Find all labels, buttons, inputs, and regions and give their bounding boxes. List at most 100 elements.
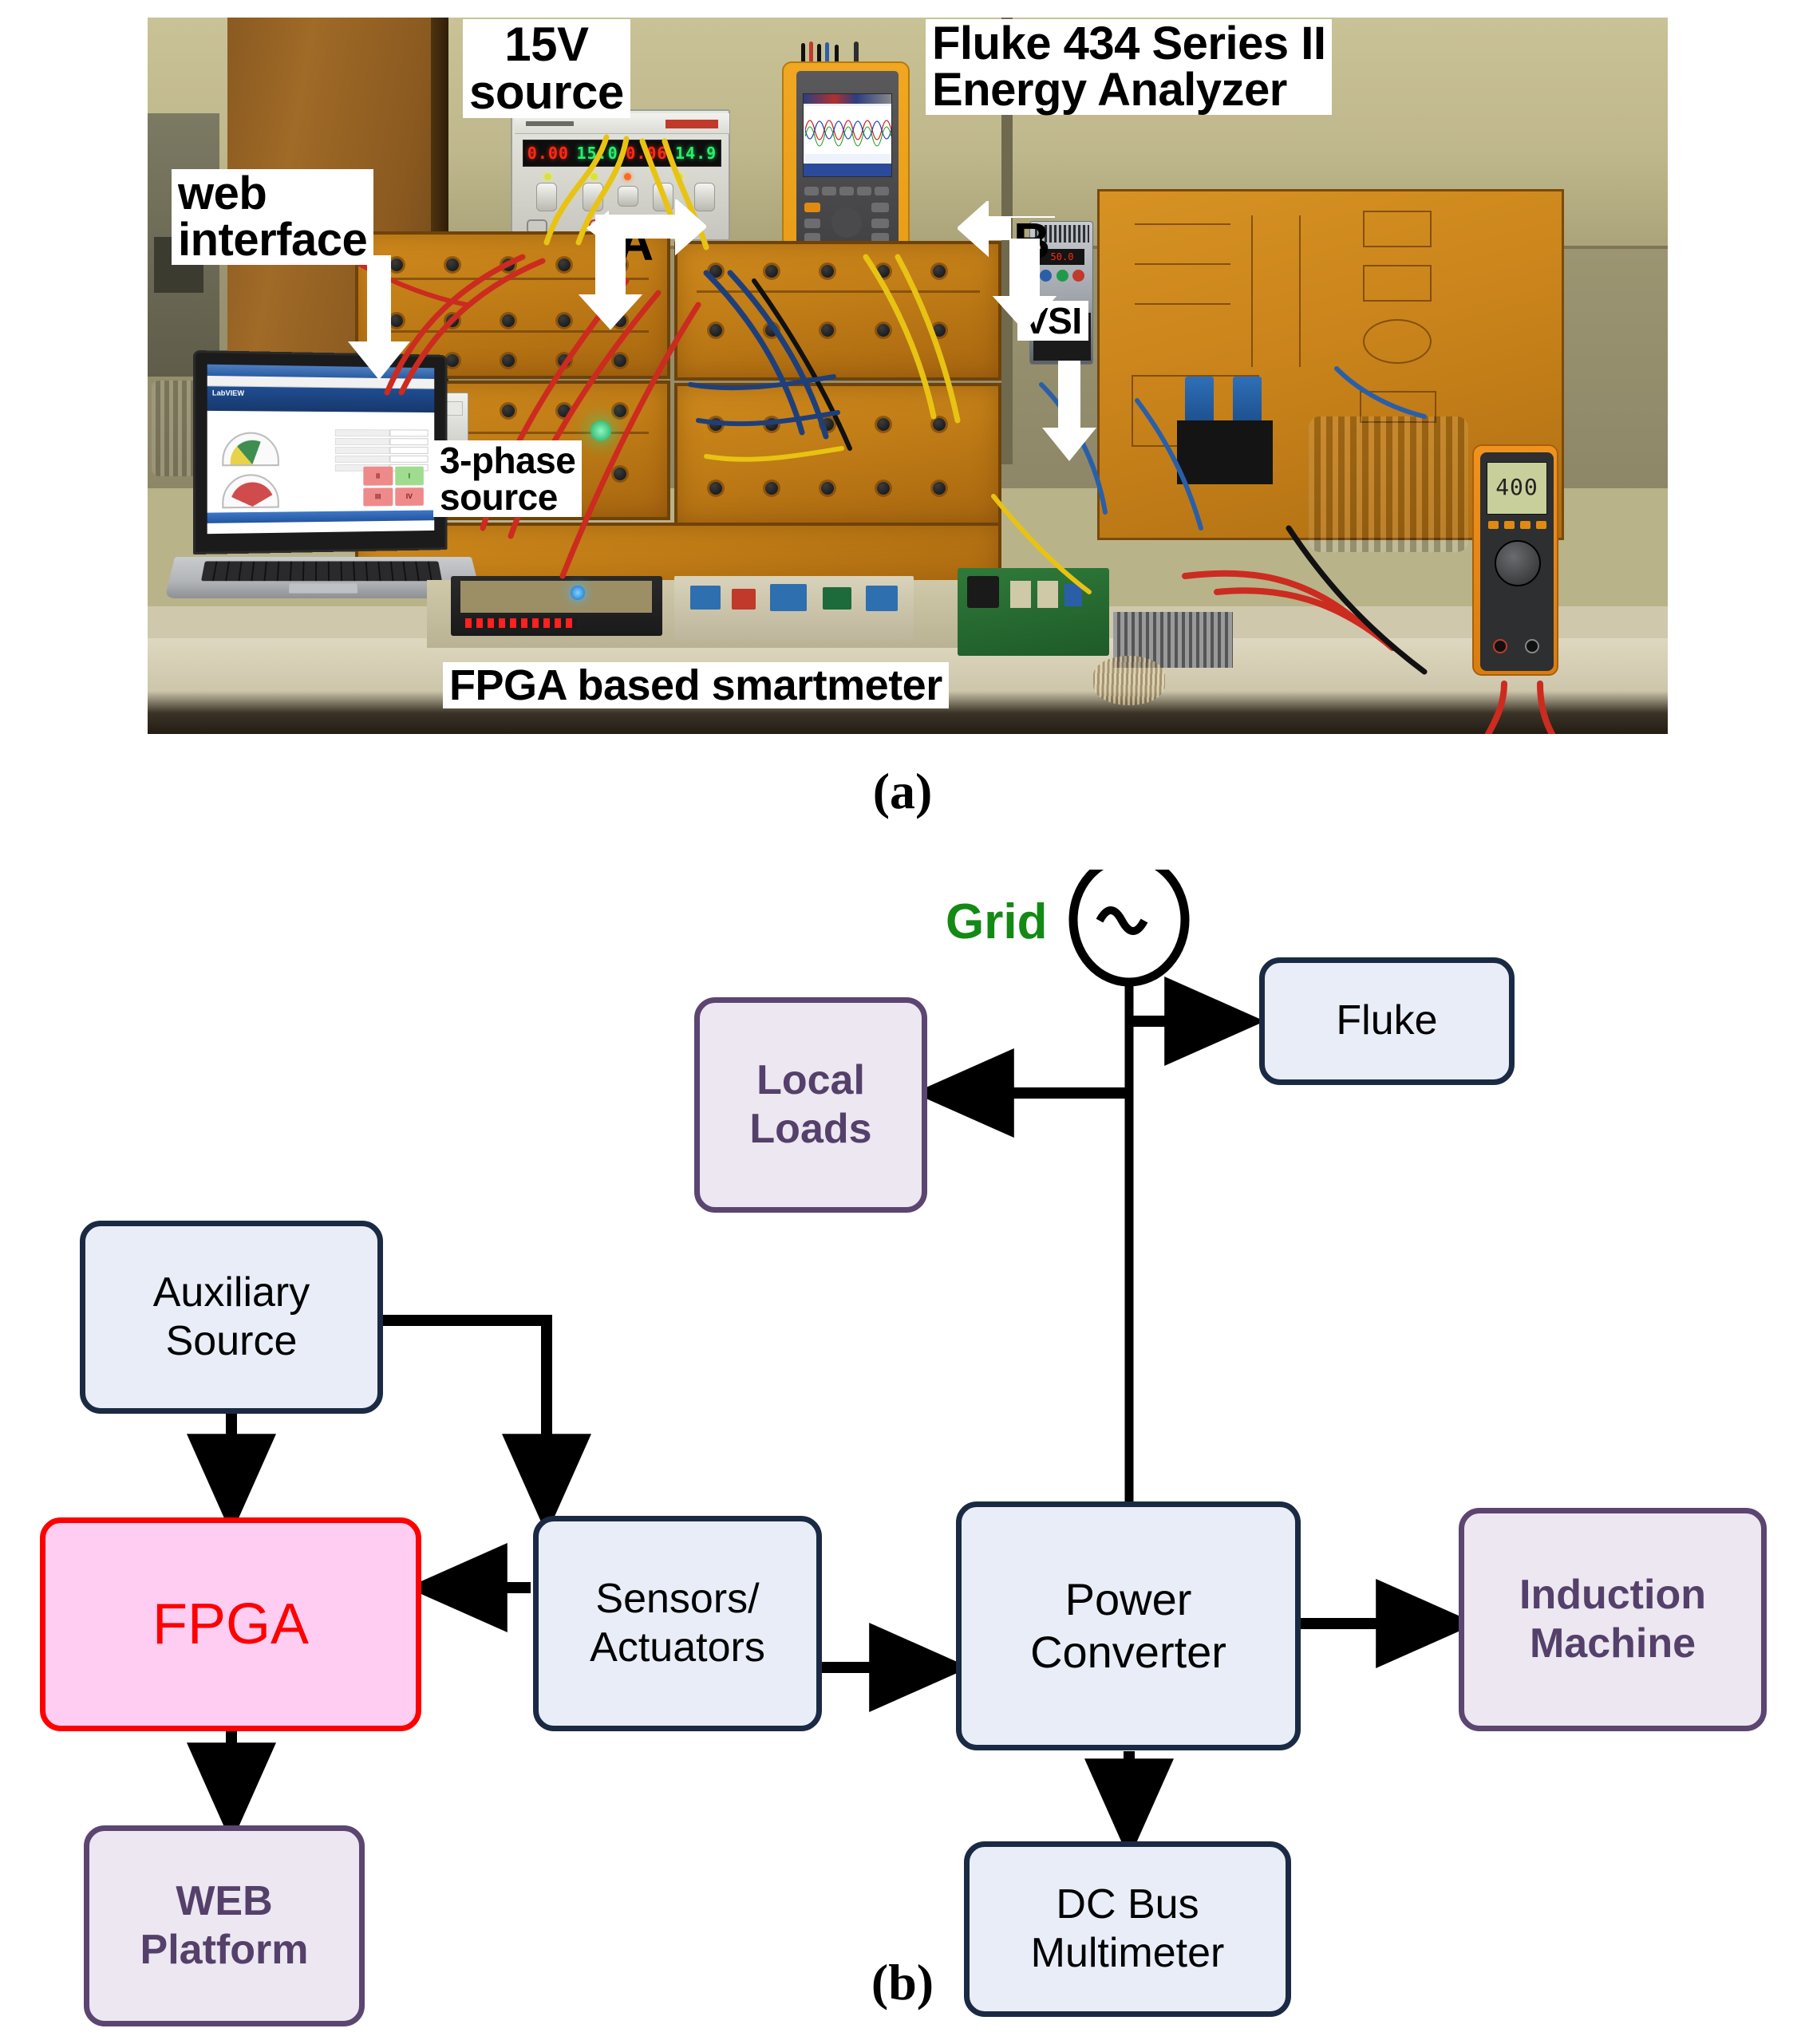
fluke-key-f4[interactable]: [857, 187, 871, 195]
gauge-top-fill: [230, 440, 275, 465]
web-app-body: II I III IV: [207, 410, 435, 513]
node-power-converter-label: Power Converter: [1030, 1573, 1226, 1677]
quadrant-i: I: [394, 466, 424, 485]
toroidal-inductor: [1093, 656, 1165, 705]
dmm-button-3[interactable]: [1520, 521, 1530, 529]
schematic-box-2: [1363, 265, 1432, 302]
dmm-jack-com[interactable]: [1493, 639, 1507, 653]
psu-led-2: [590, 173, 598, 180]
psu-red-stripe: [666, 120, 718, 128]
gauge-bottom: [222, 474, 279, 509]
photo-label-smartmeter: FPGA based smartmeter: [443, 662, 949, 708]
fluke-key-right-1[interactable]: [871, 203, 889, 212]
fluke-waveform: [805, 120, 891, 147]
psu-led-1: [544, 173, 551, 180]
photo-label-3phase-source: 3-phase source: [433, 440, 583, 517]
fluke-key-right-2[interactable]: [871, 219, 889, 228]
psu-led-3: [624, 173, 631, 180]
green-indicator-lamp: [590, 420, 611, 441]
vsi-capacitor-1: [1010, 581, 1031, 608]
fluke-screen: [803, 93, 892, 177]
dmm-rotary-dial[interactable]: [1495, 540, 1541, 586]
fluke-key-f1[interactable]: [804, 187, 819, 195]
system-block-diagram: Grid Fluke Local Loads Auxiliary Source …: [0, 870, 1805, 2026]
node-local-loads[interactable]: Local Loads: [694, 997, 927, 1213]
node-fluke[interactable]: Fluke: [1259, 957, 1515, 1085]
bb-component-green: [823, 587, 851, 610]
vsi-capacitor-2: [1037, 581, 1058, 608]
psu-knob-1[interactable]: [536, 183, 557, 211]
node-fpga[interactable]: FPGA: [40, 1517, 421, 1731]
bb-component-blue-2: [770, 584, 807, 611]
lab-setup-photograph: 0.00 15.0 0.06 14.9 50.0 LabVIEW II I II…: [148, 18, 1668, 734]
node-induction-machine-label: Induction Machine: [1519, 1571, 1706, 1667]
bb-component-red: [732, 589, 756, 610]
vsi-inverter-board: [958, 568, 1109, 656]
fluke-key-f2[interactable]: [822, 187, 836, 195]
node-fluke-label: Fluke: [1336, 997, 1438, 1044]
quadrant-indicator: II I III IV: [363, 466, 424, 507]
digital-multimeter: 400: [1472, 444, 1558, 676]
fluke-key-f3[interactable]: [839, 187, 854, 195]
psu-digit-3: 0.06: [626, 144, 668, 163]
node-sensors-actuators[interactable]: Sensors/ Actuators: [533, 1516, 822, 1731]
edge-aux-to-sensors: [379, 1315, 591, 1535]
dmm-button-4[interactable]: [1536, 521, 1546, 529]
web-app-title: LabVIEW: [211, 389, 245, 397]
laptop-screen: LabVIEW II I III IV: [207, 364, 435, 535]
node-local-loads-label: Local Loads: [749, 1056, 872, 1152]
blue-connector-2: [1233, 377, 1262, 424]
schematic-motor-symbol: [1363, 319, 1432, 364]
gauge-top: [222, 432, 279, 467]
bb-component-blue-3: [866, 586, 898, 611]
quadrant-ii: II: [363, 466, 393, 486]
node-power-converter[interactable]: Power Converter: [956, 1501, 1301, 1750]
psu-digit-2: 15.0: [576, 144, 618, 163]
node-auxiliary-source-label: Auxiliary Source: [152, 1269, 310, 1364]
dmm-button-2[interactable]: [1504, 521, 1515, 529]
web-app-header: LabVIEW: [207, 386, 435, 413]
fpga-led-bank: [465, 618, 577, 628]
fpga-development-board: [451, 576, 662, 636]
psu-led-4: [676, 173, 683, 180]
fluke-navigation-pad[interactable]: [831, 207, 862, 238]
gauge-bottom-fill: [230, 482, 275, 507]
vsi-component-blue: [1064, 584, 1082, 606]
node-auxiliary-source[interactable]: Auxiliary Source: [80, 1221, 383, 1414]
orange-lab-panel-top-right: [674, 241, 1001, 381]
caption-a: (a): [872, 763, 933, 819]
dmm-reading: 400: [1495, 474, 1538, 500]
figure-page: 0.00 15.0 0.06 14.9 50.0 LabVIEW II I II…: [0, 0, 1805, 2044]
dmm-lcd: 400: [1487, 462, 1547, 515]
fluke-key-left-1[interactable]: [804, 219, 820, 228]
fluke-key-menu[interactable]: [804, 203, 820, 212]
node-fpga-label: FPGA: [152, 1592, 310, 1656]
sensor-breadboard: [674, 576, 914, 640]
node-sensors-actuators-label: Sensors/ Actuators: [590, 1575, 765, 1671]
schematic-box-1: [1363, 211, 1432, 247]
dmm-faceplate: 400: [1480, 452, 1554, 671]
fluke-softkey-bar: [804, 164, 891, 176]
callout-arrow-b: [958, 201, 1057, 332]
psu-digit-1: 0.00: [527, 144, 569, 163]
dmm-jack-v[interactable]: [1525, 639, 1539, 653]
dmm-button-1[interactable]: [1488, 521, 1499, 529]
bb-component-blue-1: [690, 586, 721, 610]
photo-label-15v-source: 15V source: [463, 19, 630, 118]
callout-arrow-vsi: [1042, 361, 1096, 461]
node-induction-machine[interactable]: Induction Machine: [1459, 1508, 1767, 1731]
induction-motor-right: [1309, 416, 1468, 552]
blue-connector-1: [1185, 377, 1214, 424]
callout-arrow-a: [579, 199, 706, 330]
fluke-waveform-area: [805, 106, 891, 154]
caption-b: (b): [871, 1954, 934, 2010]
photo-label-web-interface: web interface: [172, 169, 374, 265]
grid-label: Grid: [946, 894, 1048, 949]
laptop-trackpad[interactable]: [288, 583, 358, 594]
photo-label-fluke-analyzer: Fluke 434 Series II Energy Analyzer: [926, 19, 1333, 115]
fluke-screen-header: [804, 94, 891, 104]
psu-digit-4: 14.9: [675, 144, 717, 163]
orange-lab-panel-mid-right: [674, 383, 1001, 527]
fluke-key-f5[interactable]: [875, 187, 889, 195]
laptop-keyboard[interactable]: [200, 561, 442, 582]
